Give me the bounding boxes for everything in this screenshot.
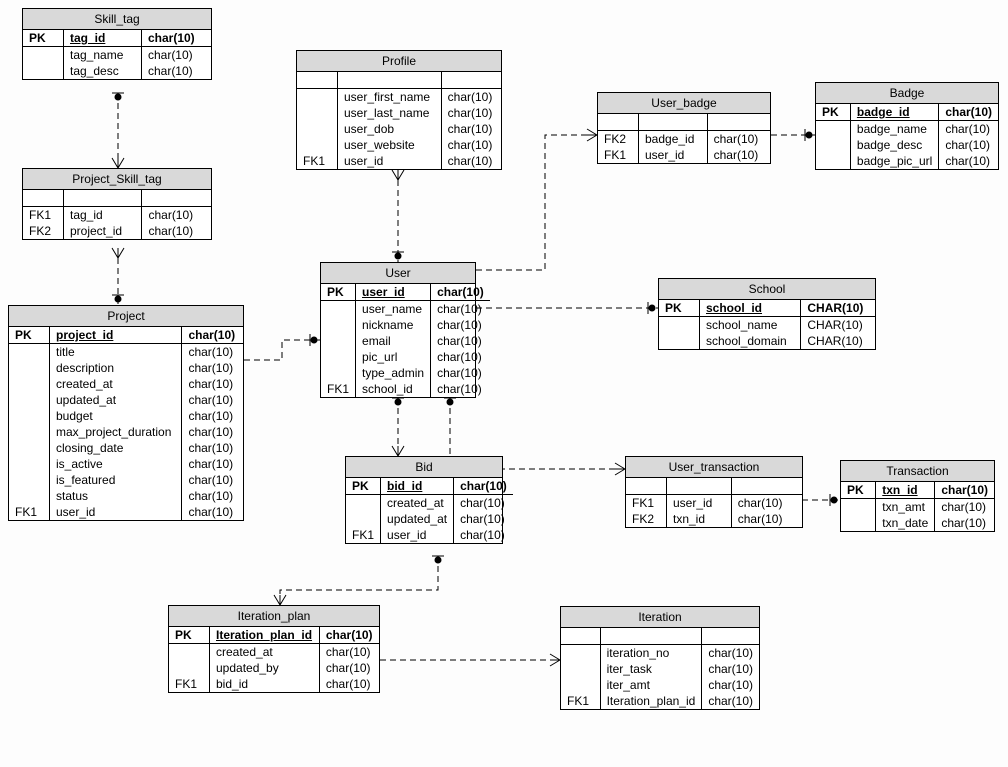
entity-title: Project bbox=[9, 306, 243, 327]
entity-school: School PK school_id CHAR(10) school_name… bbox=[658, 278, 876, 350]
entity-title: User bbox=[321, 263, 475, 284]
entity-bid: Bid PK bid_id char(10) created_atchar(10… bbox=[345, 456, 503, 544]
entity-title: Badge bbox=[816, 83, 998, 104]
entity-iteration: Iteration iteration_nochar(10) iter_task… bbox=[560, 606, 760, 710]
entity-project: Project PK project_id char(10) titlechar… bbox=[8, 305, 244, 521]
entity-user-badge: User_badge FK2badge_idchar(10) FK1user_i… bbox=[597, 92, 771, 164]
entity-transaction: Transaction PK txn_id char(10) txn_amtch… bbox=[840, 460, 995, 532]
entity-title: Bid bbox=[346, 457, 502, 478]
entity-profile: Profile user_first_namechar(10) user_las… bbox=[296, 50, 502, 170]
entity-title: User_badge bbox=[598, 93, 770, 114]
entity-title: Transaction bbox=[841, 461, 994, 482]
entity-user-transaction: User_transaction FK1user_idchar(10) FK2t… bbox=[625, 456, 803, 528]
entity-title: Skill_tag bbox=[23, 9, 211, 30]
entity-title: Profile bbox=[297, 51, 501, 72]
entity-badge: Badge PK badge_id char(10) badge_namecha… bbox=[815, 82, 999, 170]
entity-title: Iteration bbox=[561, 607, 759, 628]
entity-iteration-plan: Iteration_plan PK Iteration_plan_id char… bbox=[168, 605, 380, 693]
entity-title: User_transaction bbox=[626, 457, 802, 478]
entity-project-skill-tag: Project_Skill_tag FK1tag_idchar(10) FK2p… bbox=[22, 168, 212, 240]
entity-user: User PK user_id char(10) user_namechar(1… bbox=[320, 262, 476, 398]
entity-title: Project_Skill_tag bbox=[23, 169, 211, 190]
entity-title: School bbox=[659, 279, 875, 300]
entity-title: Iteration_plan bbox=[169, 606, 379, 627]
entity-skill-tag: Skill_tag PK tag_id char(10) tag_namecha… bbox=[22, 8, 212, 80]
